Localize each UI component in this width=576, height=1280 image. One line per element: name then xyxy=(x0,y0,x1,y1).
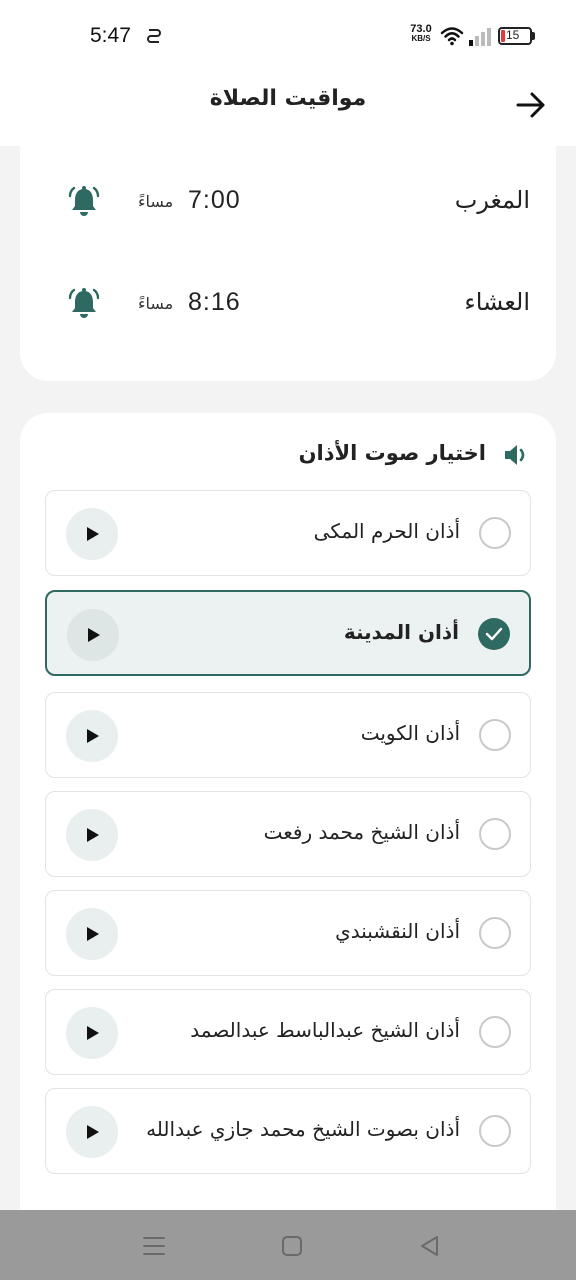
battery-cap xyxy=(532,32,535,40)
play-icon xyxy=(88,628,100,642)
play-button[interactable] xyxy=(66,908,118,960)
screen: 5:47 73.0 KB/S 15 مواقيت الصلاة المغرب 7… xyxy=(0,0,576,1280)
status-time: 5:47 xyxy=(90,24,131,47)
play-icon xyxy=(87,729,99,743)
status-bar: 5:47 73.0 KB/S 15 xyxy=(0,0,576,70)
radio-button[interactable] xyxy=(479,917,511,949)
play-button[interactable] xyxy=(66,710,118,762)
home-square-icon[interactable] xyxy=(278,1232,306,1260)
system-nav-bar xyxy=(0,1210,576,1280)
radio-button[interactable] xyxy=(479,1016,511,1048)
battery-level: 15 xyxy=(506,28,520,42)
adhan-option-label: أذان النقشبندي xyxy=(335,919,460,943)
play-button[interactable] xyxy=(66,809,118,861)
play-button[interactable] xyxy=(66,1007,118,1059)
prayer-period: مساءً xyxy=(138,294,174,313)
battery-icon: 15 xyxy=(498,27,536,45)
speaker-icon xyxy=(505,445,525,465)
radio-button[interactable] xyxy=(479,517,511,549)
play-button[interactable] xyxy=(66,508,118,560)
adhan-option-label: أذان الشيخ محمد رفعت xyxy=(263,820,460,844)
adhan-selection-card: اختيار صوت الأذان أذان الحرم المكى أذان … xyxy=(20,413,556,1210)
radio-button[interactable] xyxy=(479,818,511,850)
prayer-time: 7:00 xyxy=(188,186,241,214)
play-button[interactable] xyxy=(67,609,119,661)
prayer-time: 8:16 xyxy=(188,288,241,316)
adhan-option[interactable]: أذان الشيخ محمد رفعت xyxy=(45,791,531,877)
adhan-option-label: أذان المدينة xyxy=(343,620,459,644)
adhan-option-label: أذان الكويت xyxy=(360,721,460,745)
prayer-name: العشاء xyxy=(464,288,530,316)
play-icon xyxy=(87,527,99,541)
network-speed-value: 73.0 xyxy=(410,23,432,35)
check-icon xyxy=(485,627,503,641)
network-speed-unit: KB/S xyxy=(411,34,431,43)
play-icon xyxy=(87,1026,99,1040)
bell-icon[interactable] xyxy=(66,184,102,220)
prayer-row-isha: العشاء 8:16 مساءً xyxy=(20,276,556,336)
app-header: مواقيت الصلاة xyxy=(0,70,576,146)
signal-icon xyxy=(469,28,491,46)
section-title: اختيار صوت الأذان xyxy=(298,441,486,465)
arrow-right-icon[interactable] xyxy=(514,88,548,122)
adhan-option-label: أذان الشيخ عبدالباسط عبدالصمد xyxy=(190,1018,460,1042)
adhan-option[interactable]: أذان الحرم المكى xyxy=(45,490,531,576)
bell-icon[interactable] xyxy=(66,286,102,322)
battery-fill xyxy=(501,30,505,42)
play-icon xyxy=(87,1125,99,1139)
network-speed: 73.0 KB/S xyxy=(404,24,438,44)
adhan-option[interactable]: أذان الكويت xyxy=(45,692,531,778)
adhan-option[interactable]: أذان بصوت الشيخ محمد جازي عبدالله xyxy=(45,1088,531,1174)
play-icon xyxy=(87,927,99,941)
adhan-option-label: أذان بصوت الشيخ محمد جازي عبدالله xyxy=(146,1117,460,1141)
menu-icon[interactable] xyxy=(140,1232,168,1260)
prayer-row-maghrib: المغرب 7:00 مساءً xyxy=(20,174,556,234)
adhan-option-selected[interactable]: أذان المدينة xyxy=(45,590,531,676)
radio-button-checked[interactable] xyxy=(478,618,510,650)
adhan-option[interactable]: أذان النقشبندي xyxy=(45,890,531,976)
play-button[interactable] xyxy=(66,1106,118,1158)
page-title: مواقيت الصلاة xyxy=(209,86,367,111)
prayer-period: مساءً xyxy=(138,192,174,211)
adhan-option-label: أذان الحرم المكى xyxy=(313,519,460,543)
play-icon xyxy=(87,828,99,842)
wifi-icon xyxy=(440,27,464,46)
sync-icon xyxy=(147,29,161,43)
prayer-times-card: المغرب 7:00 مساءً العشاء 8:16 مساءً xyxy=(20,146,556,381)
radio-button[interactable] xyxy=(479,719,511,751)
back-triangle-icon[interactable] xyxy=(416,1232,444,1260)
radio-button[interactable] xyxy=(479,1115,511,1147)
adhan-option[interactable]: أذان الشيخ عبدالباسط عبدالصمد xyxy=(45,989,531,1075)
prayer-name: المغرب xyxy=(454,186,530,214)
